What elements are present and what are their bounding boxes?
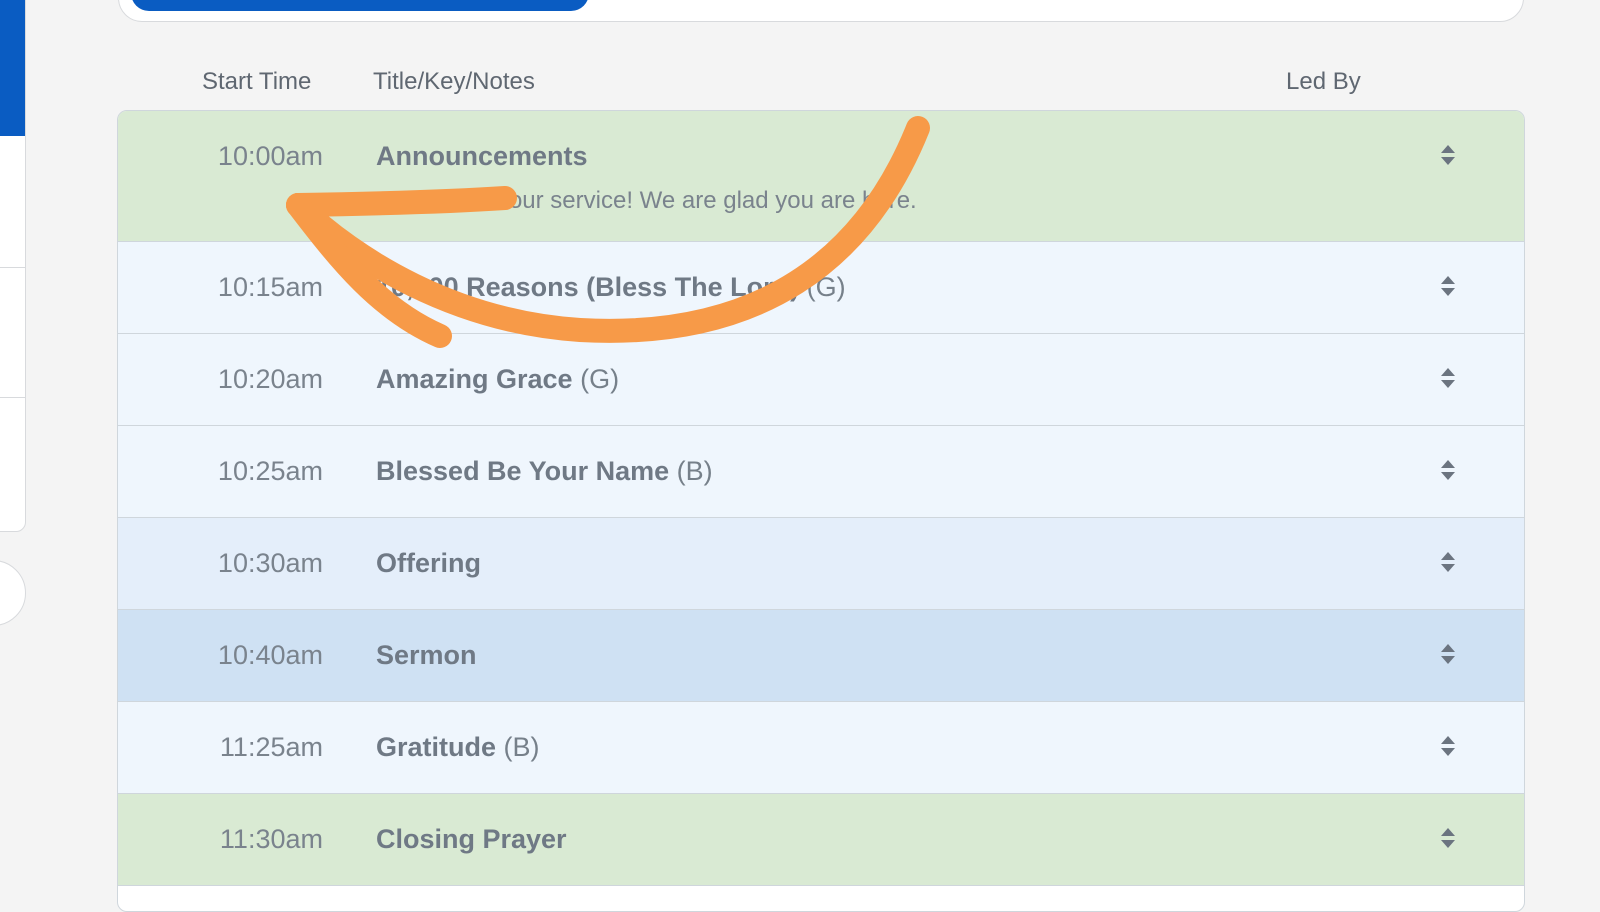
row-start-time: 10:30am: [217, 548, 323, 578]
row-title-text: 10,000 Reasons (Bless The Lord): [376, 272, 800, 302]
sidebar-divider: [0, 397, 25, 398]
sort-handle-icon[interactable]: [1440, 826, 1456, 850]
sort-handle-icon[interactable]: [1440, 550, 1456, 574]
row-start-time: 11:30am: [219, 824, 323, 854]
top-card: [118, 0, 1524, 22]
row-title[interactable]: 10,000 Reasons (Bless The Lord) (G): [376, 272, 846, 303]
sort-handle-icon[interactable]: [1440, 274, 1456, 298]
round-side-button[interactable]: [0, 560, 26, 626]
row-start-time: 10:25am: [217, 456, 323, 486]
row-title-text: Blessed Be Your Name: [376, 456, 670, 486]
row-title[interactable]: Gratitude (B): [376, 732, 540, 763]
row-title-text: Sermon: [376, 640, 477, 670]
row-title[interactable]: Closing Prayer: [376, 824, 567, 855]
plan-row[interactable]: 10:30am Offering: [118, 518, 1524, 610]
sidebar-active-tab[interactable]: [0, 0, 25, 136]
row-key: (B): [503, 732, 540, 762]
row-title[interactable]: Offering: [376, 548, 481, 579]
plan-row[interactable]: 10:25am Blessed Be Your Name (B): [118, 426, 1524, 518]
column-header-led-by: Led By: [1286, 68, 1361, 95]
row-title-text: Closing Prayer: [376, 824, 567, 854]
row-title[interactable]: Amazing Grace (G): [376, 364, 619, 395]
sort-handle-icon[interactable]: [1440, 642, 1456, 666]
plan-row[interactable]: 10:15am 10,000 Reasons (Bless The Lord) (…: [118, 242, 1524, 334]
service-plan-table: 10:00am Announcements Welcome to our servi…: [117, 110, 1525, 912]
sort-handle-icon[interactable]: [1440, 143, 1456, 167]
row-title[interactable]: Sermon: [376, 640, 477, 671]
sidebar-divider: [0, 267, 25, 268]
row-start-time: 10:00am: [217, 141, 323, 171]
plan-row[interactable]: 11:25am Gratitude (B): [118, 702, 1524, 794]
row-key: (B): [676, 456, 713, 486]
row-title-text: Announcements: [376, 141, 588, 171]
sort-handle-icon[interactable]: [1440, 734, 1456, 758]
sort-handle-icon[interactable]: [1440, 366, 1456, 390]
row-key: (G): [806, 272, 846, 302]
sort-handle-icon[interactable]: [1440, 458, 1456, 482]
row-start-time: 10:15am: [217, 272, 323, 302]
row-key: (G): [580, 364, 620, 394]
column-header-title: Title/Key/Notes: [373, 68, 535, 95]
row-start-time: 11:25am: [219, 732, 323, 762]
row-title-text: Offering: [376, 548, 481, 578]
column-header-start-time: Start Time: [202, 68, 312, 95]
row-title[interactable]: Blessed Be Your Name (B): [376, 456, 713, 487]
plan-row[interactable]: 11:30am Closing Prayer: [118, 794, 1524, 886]
row-title-text: Gratitude: [376, 732, 497, 762]
plan-row[interactable]: 10:40am Sermon: [118, 610, 1524, 702]
row-title-text: Amazing Grace: [376, 364, 573, 394]
plan-row[interactable]: 10:00am Announcements Welcome to our servi…: [118, 111, 1524, 242]
plan-row[interactable]: 10:20am Amazing Grace (G): [118, 334, 1524, 426]
row-start-time: 10:20am: [217, 364, 323, 394]
top-blue-bar[interactable]: [131, 0, 589, 11]
left-sidebar-panel: [0, 0, 26, 532]
row-note: Welcome to our service! We are glad you …: [376, 187, 917, 214]
row-start-time: 10:40am: [217, 640, 323, 670]
row-title[interactable]: Announcements: [376, 141, 588, 172]
